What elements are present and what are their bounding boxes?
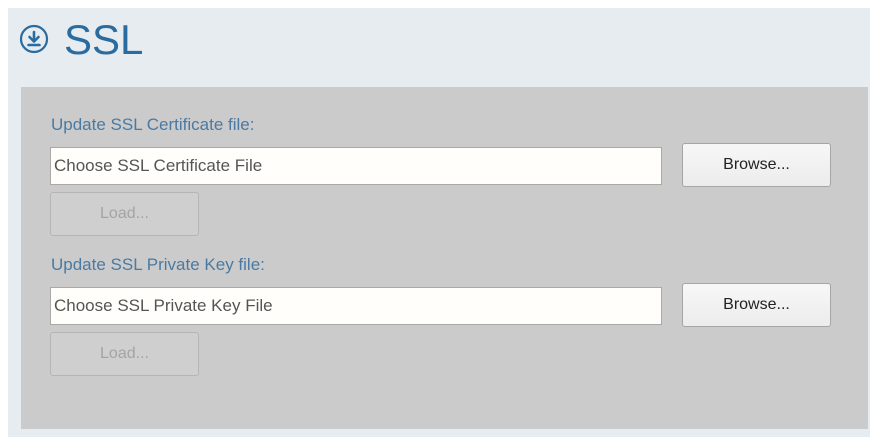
private-key-file-input[interactable] (50, 287, 662, 325)
certificate-browse-button[interactable]: Browse... (682, 143, 831, 187)
download-circle-icon (19, 24, 49, 54)
ssl-header: SSL (8, 8, 870, 70)
ssl-panel: SSL Update SSL Certificate file: Browse.… (8, 8, 870, 437)
certificate-label: Update SSL Certificate file: (51, 115, 255, 134)
certificate-load-button[interactable]: Load... (50, 192, 199, 236)
private-key-label: Update SSL Private Key file: (51, 255, 265, 274)
private-key-browse-button[interactable]: Browse... (682, 283, 831, 327)
certificate-file-input[interactable] (50, 147, 662, 185)
ssl-upload-form: Update SSL Certificate file: Browse... L… (21, 87, 868, 429)
private-key-load-button[interactable]: Load... (50, 332, 199, 376)
page-title: SSL (64, 16, 144, 63)
